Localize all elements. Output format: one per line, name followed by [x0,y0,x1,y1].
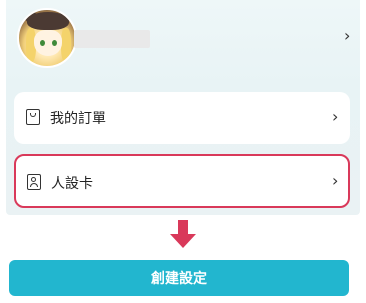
avatar-eye-left [40,40,45,46]
person-head-shape [31,177,36,182]
avatar-eye-right [52,40,57,46]
menu-item-persona-card[interactable]: 人設卡 › [14,154,350,208]
menu-item-label: 人設卡 [51,176,93,192]
down-arrow-icon [170,220,196,250]
menu-item-label: 我的訂單 [50,111,106,127]
chevron-right-icon[interactable]: › [344,28,350,44]
avatar-face [34,30,62,56]
person-card-icon [27,174,41,190]
avatar[interactable] [17,8,77,68]
shopping-bag-icon [26,109,40,125]
person-body-shape [30,183,38,187]
avatar-hat [27,12,69,30]
menu-item-my-orders[interactable]: 我的訂單 › [14,92,350,144]
chevron-right-icon: › [332,107,339,126]
arrow-tip [170,234,196,248]
create-settings-button[interactable]: 創建設定 [9,260,349,296]
chevron-right-icon: › [332,171,339,190]
arrow-stem [178,220,188,234]
username-placeholder [74,30,150,48]
avatar-hair-right [61,28,71,62]
profile-header[interactable]: › [6,0,360,80]
